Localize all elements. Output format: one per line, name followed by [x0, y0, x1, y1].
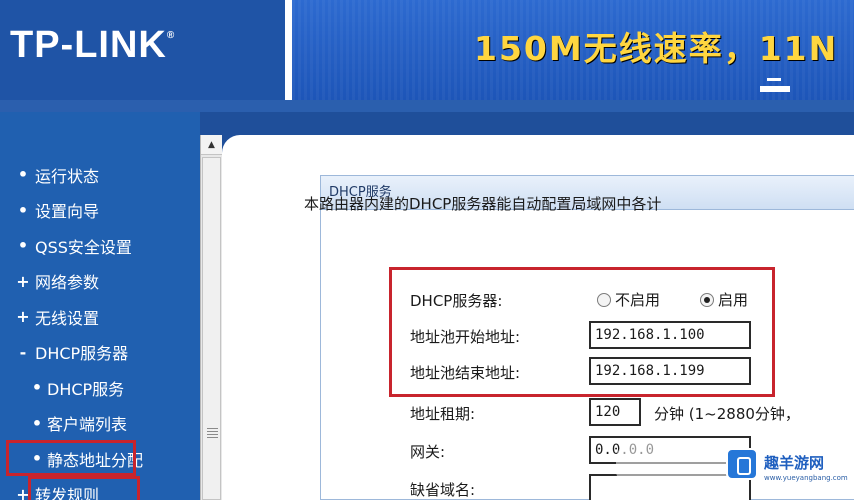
expand-plus-icon: +: [16, 307, 30, 327]
sidebar-item-status[interactable]: • 运行状态: [0, 157, 200, 193]
header: TP-LINK® 150M无线速率，11N: [0, 0, 854, 112]
bullet-icon: •: [17, 165, 29, 185]
watermark-text: 趣羊游网: [764, 454, 825, 472]
sidebar-item-label: DHCP服务: [47, 379, 125, 399]
sidebar-item-label: DHCP服务器: [35, 344, 129, 364]
panel-description: 本路由器内建的DHCP服务器能自动配置局域网中各计: [304, 195, 662, 213]
lease-row: 地址租期: 分钟 (1~2880分钟，: [222, 395, 854, 431]
sidebar-item-client-list[interactable]: • 客户端列表: [0, 406, 200, 442]
sidebar-item-network[interactable]: + 网络参数: [0, 264, 200, 300]
sidebar-item-label: QSS安全设置: [35, 237, 132, 257]
tp-link-logo: TP-LINK®: [10, 24, 176, 66]
logo-area: TP-LINK®: [0, 0, 285, 110]
sidebar-item-dhcp-server[interactable]: - DHCP服务器: [0, 335, 200, 371]
sidebar-item-wireless[interactable]: + 无线设置: [0, 299, 200, 335]
lease-label: 地址租期:: [410, 405, 476, 423]
scroll-grip-icon: [207, 428, 218, 438]
watermark: 趣羊游网 www.yueyangbang.com: [616, 430, 854, 500]
highlight-box-dhcp-settings: [389, 267, 775, 397]
domain-label: 缺省域名:: [410, 481, 476, 499]
bullet-icon: •: [17, 200, 29, 220]
lease-unit: 分钟 (1~2880分钟，: [654, 405, 800, 423]
sidebar-item-label: 客户端列表: [47, 415, 128, 435]
sidebar-item-label: 网络参数: [35, 273, 100, 293]
collapse-minus-icon: -: [19, 342, 27, 362]
banner-glyph-fragment-bar: [760, 86, 790, 92]
watermark-logo-icon: [726, 448, 758, 480]
sidebar-item-label: 无线设置: [35, 308, 100, 328]
gateway-label: 网关:: [410, 443, 446, 461]
watermark-url: www.yueyangbang.com: [764, 474, 848, 482]
sidebar-item-setup-wizard[interactable]: • 设置向导: [0, 193, 200, 229]
header-banner: 150M无线速率，11N: [292, 0, 854, 100]
header-divider: [0, 100, 854, 112]
sidebar-item-label: 运行状态: [35, 166, 100, 186]
expand-plus-icon: +: [16, 271, 30, 291]
sidebar-item-label: 设置向导: [35, 202, 100, 222]
banner-text: 150M无线速率，11N: [474, 29, 839, 68]
sidebar: • 运行状态 • 设置向导 • QSS安全设置 + 网络参数 + 无线设置 - DHCP服务…: [0, 112, 200, 500]
bullet-icon: •: [31, 413, 43, 433]
scroll-thumb[interactable]: [202, 157, 221, 500]
bullet-icon: •: [17, 236, 29, 256]
lease-input[interactable]: [589, 398, 641, 426]
scroll-up-arrow-icon[interactable]: ▲: [201, 135, 222, 155]
sidebar-item-dhcp-service[interactable]: • DHCP服务: [0, 370, 200, 406]
bullet-icon: •: [31, 378, 43, 398]
sidebar-scrollbar[interactable]: ▲: [200, 135, 222, 500]
highlight-box-dhcp-server: [6, 440, 136, 476]
highlight-box-dhcp-service: [28, 476, 140, 500]
sidebar-item-qss[interactable]: • QSS安全设置: [0, 228, 200, 264]
registered-icon: ®: [166, 30, 176, 41]
